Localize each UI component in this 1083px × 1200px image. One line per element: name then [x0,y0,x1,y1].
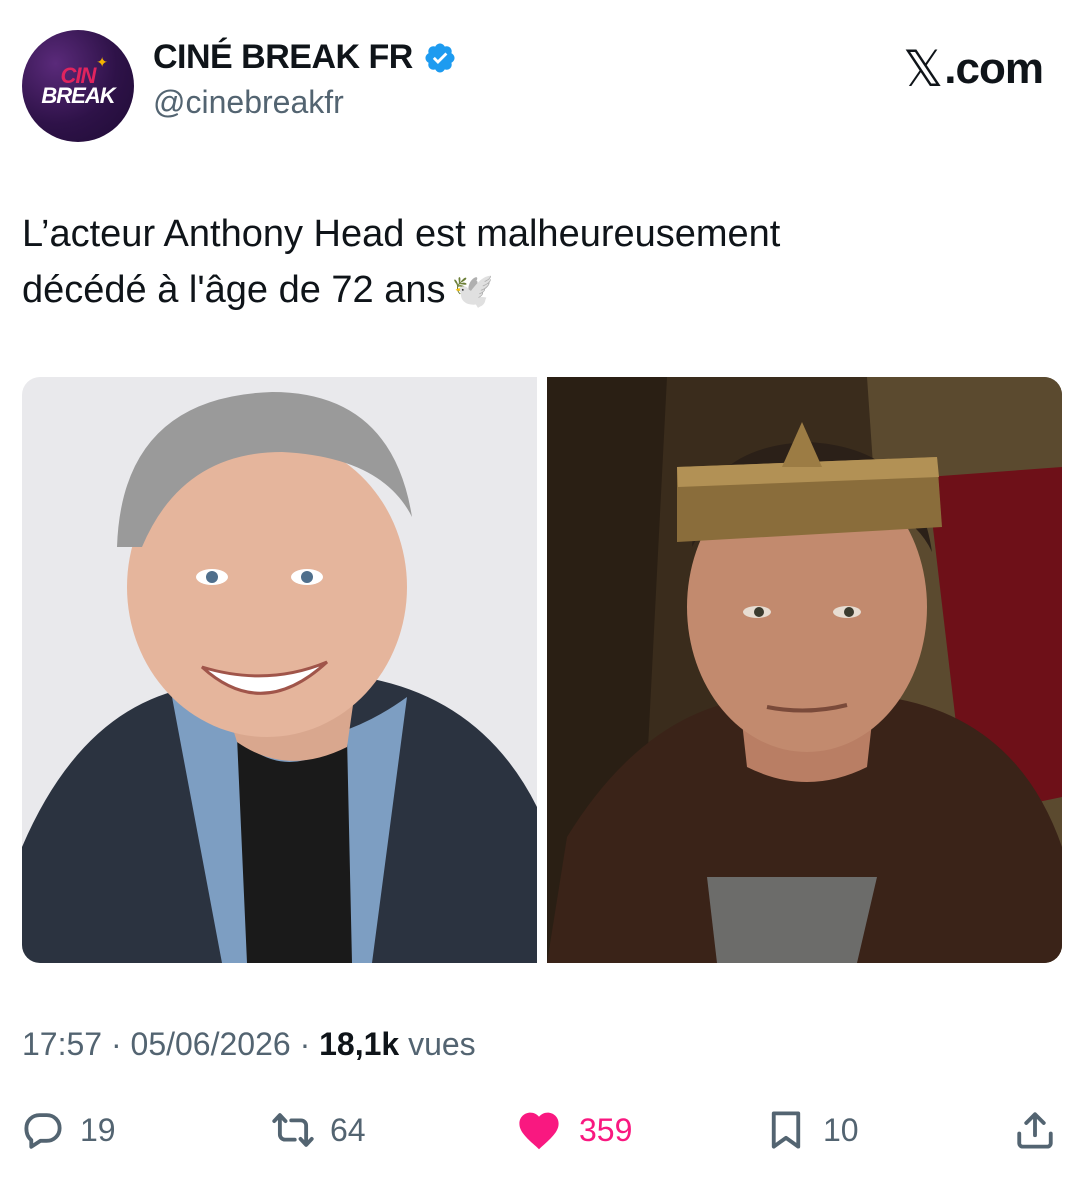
tweet-text: L’acteur Anthony Head est malheureusemen… [22,206,1062,319]
share-icon [1017,1112,1053,1149]
dove-emoji: 🕊️ [451,272,494,310]
bookmark-button[interactable]: 10 [765,1100,859,1160]
handle[interactable]: @cinebreakfr [153,84,344,121]
reply-button[interactable]: 19 [22,1100,116,1160]
meta-separator: · [110,1026,122,1062]
like-button[interactable]: 359 [515,1100,632,1160]
spark-icon: ✦ [96,54,108,70]
x-logo: 𝕏 .com [903,40,1044,98]
views-label: vues [408,1026,476,1062]
views-count: 18,1k [319,1026,400,1062]
photo-left[interactable] [22,377,537,963]
display-name-row: CINÉ BREAK FR [153,38,457,77]
repost-count: 64 [330,1111,366,1148]
tweet-meta: 17:57 · 05/06/2026 · 18,1k vues [22,1026,476,1063]
bookmark-icon [771,1111,801,1149]
x-icon: 𝕏 [903,40,943,98]
meta-separator: · [299,1026,311,1062]
verified-badge-icon [425,42,455,73]
action-bar: 19 64 359 10 [0,1100,1083,1160]
bookmark-count: 10 [823,1111,859,1148]
repost-button[interactable]: 64 [272,1100,366,1160]
tweet-line-1: L’acteur Anthony Head est malheureusemen… [22,213,781,255]
repost-icon [272,1113,314,1147]
like-count: 359 [579,1111,633,1148]
heart-icon [519,1112,559,1150]
share-button[interactable] [1014,1100,1056,1160]
display-name[interactable]: CINÉ BREAK FR [153,38,413,77]
photo-right[interactable] [547,377,1062,963]
tweet-date[interactable]: 05/06/2026 [131,1026,291,1062]
avatar[interactable]: ✦ CIN BREAK [22,30,134,142]
x-domain: .com [944,44,1044,93]
avatar-text-line2: BREAK [41,83,115,108]
tweet-time[interactable]: 17:57 [22,1026,102,1062]
tweet-line-2: décédé à l'âge de 72 ans [22,269,446,311]
reply-count: 19 [80,1111,116,1148]
reply-icon [24,1113,62,1149]
